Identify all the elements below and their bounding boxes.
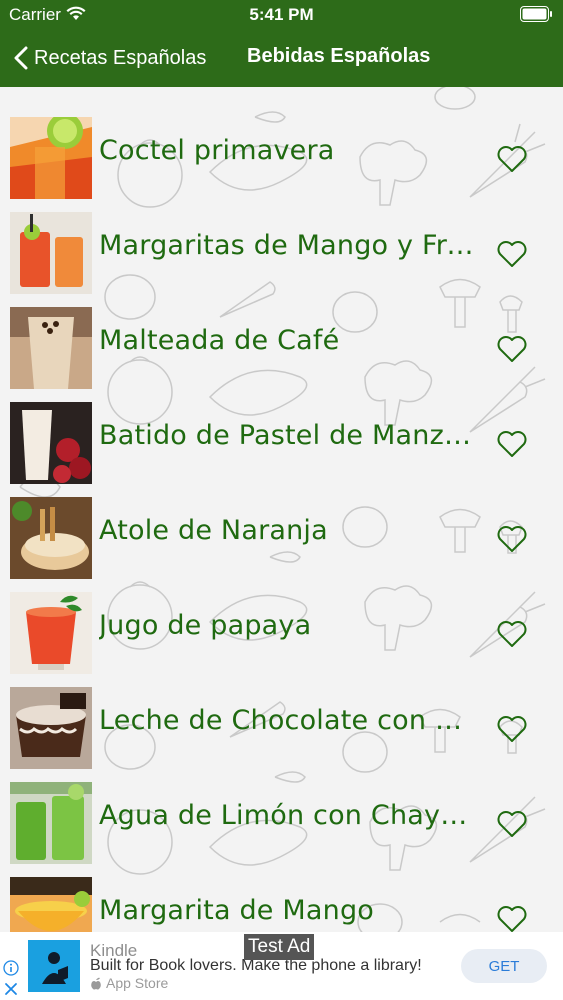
- recipe-thumbnail: [10, 497, 92, 579]
- recipe-thumbnail: [10, 117, 92, 199]
- recipe-title: Margarita de Mango: [99, 895, 375, 926]
- status-bar: Carrier 5:41 PM: [0, 0, 563, 30]
- list-item[interactable]: Coctel primavera: [0, 107, 563, 202]
- list-item[interactable]: Jugo de papaya: [0, 582, 563, 677]
- recipe-thumbnail: [10, 402, 92, 484]
- recipe-title: Leche de Chocolate con N...: [99, 705, 479, 736]
- page-title: Bebidas Españolas: [247, 45, 431, 67]
- recipe-thumbnail: [10, 877, 92, 932]
- recipe-thumbnail: [10, 592, 92, 674]
- recipe-title: Malteada de Café: [99, 325, 340, 356]
- status-time: 5:41 PM: [249, 5, 314, 24]
- heart-icon[interactable]: [497, 715, 527, 743]
- list-item[interactable]: Atole de Naranja: [0, 487, 563, 582]
- heart-icon[interactable]: [497, 905, 527, 932]
- recipe-title: Jugo de papaya: [99, 610, 312, 641]
- list-item[interactable]: Agua de Limón con Chaya...: [0, 772, 563, 867]
- recipe-title: Margaritas de Mango y Fre...: [99, 230, 479, 261]
- heart-icon[interactable]: [497, 430, 527, 458]
- close-icon[interactable]: [4, 982, 18, 996]
- heart-icon[interactable]: [497, 240, 527, 268]
- list-item[interactable]: Batido de Pastel de Manza...: [0, 392, 563, 487]
- list-item[interactable]: Malteada de Café: [0, 297, 563, 392]
- battery-icon: [520, 6, 552, 22]
- ad-store-text: App Store: [106, 975, 169, 991]
- list-item[interactable]: Margarita de Mango: [0, 867, 563, 932]
- heart-icon[interactable]: [497, 810, 527, 838]
- recipe-title: Atole de Naranja: [99, 515, 328, 546]
- recipe-thumbnail: [10, 307, 92, 389]
- heart-icon[interactable]: [497, 525, 527, 553]
- heart-icon[interactable]: [497, 335, 527, 363]
- ad-banner[interactable]: Kindle Built for Book lovers. Make the p…: [0, 932, 563, 1000]
- recipe-title: Batido de Pastel de Manza...: [99, 420, 479, 451]
- navigation-bar: Recetas Españolas Bebidas Españolas: [0, 30, 563, 87]
- recipe-title: Agua de Limón con Chaya...: [99, 800, 479, 831]
- back-label: Recetas Españolas: [34, 46, 207, 69]
- heart-icon[interactable]: [497, 620, 527, 648]
- chevron-left-icon: [14, 46, 28, 70]
- recipe-list[interactable]: Coctel primavera Margaritas de Mango y F…: [0, 87, 563, 932]
- apple-icon: [91, 977, 101, 989]
- heart-icon[interactable]: [497, 145, 527, 173]
- info-icon[interactable]: [3, 960, 19, 976]
- list-item[interactable]: Leche de Chocolate con N...: [0, 677, 563, 772]
- recipe-thumbnail: [10, 782, 92, 864]
- back-button[interactable]: Recetas Españolas: [14, 43, 206, 73]
- list-item[interactable]: Margaritas de Mango y Fre...: [0, 202, 563, 297]
- recipe-thumbnail: [10, 212, 92, 294]
- recipe-title: Coctel primavera: [99, 135, 335, 166]
- get-button[interactable]: GET: [461, 949, 547, 983]
- ad-store-label: App Store: [90, 975, 168, 991]
- test-ad-label: Test Ad: [244, 934, 315, 960]
- kindle-app-icon: [28, 940, 80, 992]
- recipe-thumbnail: [10, 687, 92, 769]
